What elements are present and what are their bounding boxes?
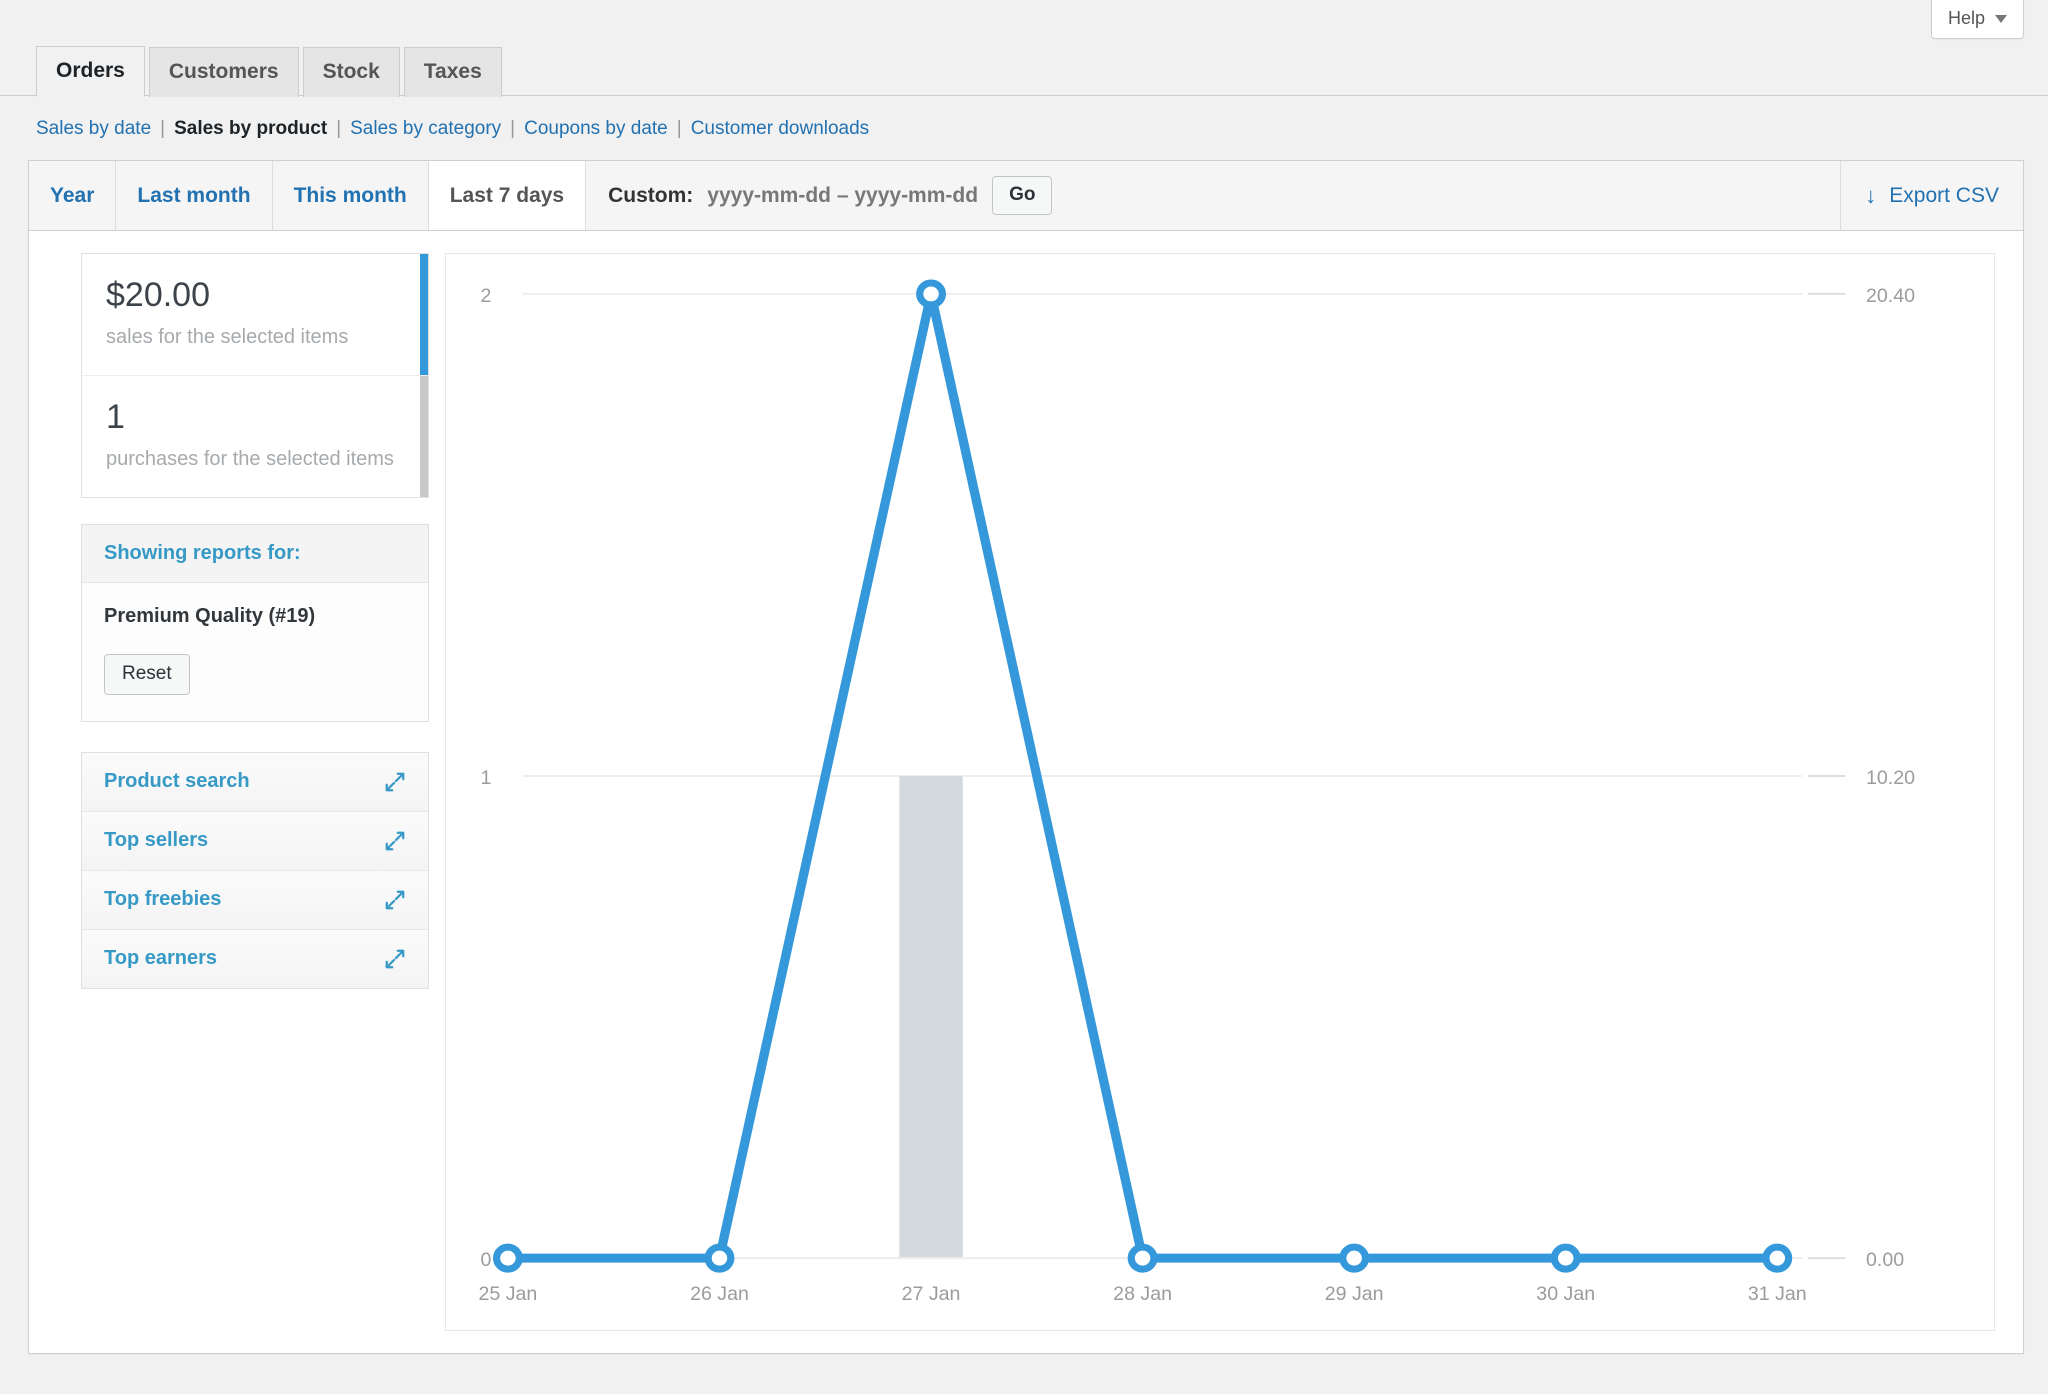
reset-button[interactable]: Reset bbox=[104, 654, 190, 696]
tab-taxes[interactable]: Taxes bbox=[403, 46, 502, 97]
widget-list: Product search Top sellers Top freebies bbox=[81, 752, 429, 990]
chart-point bbox=[1550, 1243, 1581, 1273]
range-last-7-days[interactable]: Last 7 days bbox=[428, 161, 587, 230]
selected-product-name: Premium Quality (#19) bbox=[104, 605, 316, 628]
primary-tabs-bar: Orders Customers Stock Taxes bbox=[0, 44, 2048, 97]
custom-range-block: Custom: yyyy-mm-dd – yyyy-mm-dd Go bbox=[586, 161, 1841, 230]
tab-label: Orders bbox=[56, 58, 125, 82]
range-label: Year bbox=[50, 183, 95, 207]
tab-label: Stock bbox=[322, 59, 380, 83]
x-axis-tick: 28 Jan bbox=[1113, 1284, 1172, 1305]
widget-label: Top sellers bbox=[104, 829, 209, 852]
widget-label: Top freebies bbox=[104, 888, 222, 911]
help-button[interactable]: Help bbox=[1930, 0, 2024, 39]
subnav-item-coupons-by-date[interactable]: Coupons by date bbox=[524, 118, 668, 140]
subnav-separator: | bbox=[676, 118, 682, 139]
showing-reports-body: Premium Quality (#19) Reset bbox=[82, 583, 428, 721]
primary-tabs: Orders Customers Stock Taxes bbox=[36, 44, 2048, 97]
chart-point bbox=[1127, 1243, 1158, 1273]
stat-sales-value: $20.00 bbox=[106, 276, 210, 314]
range-year[interactable]: Year bbox=[29, 161, 117, 230]
range-label: Last month bbox=[137, 183, 251, 207]
chart-point bbox=[1762, 1243, 1793, 1273]
date-range-toolbar: Year Last month This month Last 7 days C… bbox=[29, 161, 2023, 231]
range-label: This month bbox=[293, 183, 407, 207]
stat-purchases-value: 1 bbox=[106, 398, 125, 437]
tab-stock[interactable]: Stock bbox=[302, 46, 400, 97]
stat-purchases-label: purchases for the selected items bbox=[106, 448, 394, 471]
chart-point bbox=[916, 279, 947, 309]
range-this-month[interactable]: This month bbox=[272, 161, 429, 230]
report-panel: Year Last month This month Last 7 days C… bbox=[28, 160, 2024, 1354]
subnav-item-customer-downloads[interactable]: Customer downloads bbox=[691, 118, 869, 140]
widget-top-sellers[interactable]: Top sellers bbox=[82, 812, 428, 872]
export-cell: ↓ Export CSV bbox=[1840, 161, 2023, 230]
widget-label: Top earners bbox=[104, 947, 217, 970]
tab-label: Customers bbox=[168, 59, 279, 83]
panel-body: $20.00 sales for the selected items 1 pu… bbox=[29, 231, 2023, 1353]
x-axis-tick: 31 Jan bbox=[1748, 1284, 1807, 1305]
custom-range-label: Custom: bbox=[608, 183, 694, 207]
tab-customers[interactable]: Customers bbox=[148, 46, 299, 97]
chart-point bbox=[1339, 1243, 1370, 1273]
stat-sales-label: sales for the selected items bbox=[106, 326, 349, 349]
widget-top-earners[interactable]: Top earners bbox=[82, 930, 428, 989]
expand-icon bbox=[385, 831, 405, 851]
subnav-separator: | bbox=[336, 118, 342, 139]
widget-label: Product search bbox=[104, 770, 250, 793]
sales-chart[interactable]: 0 1 2 0.00 10.20 20.40 25 Jan 26 Jan 27 Jan 28 Ja… bbox=[445, 253, 1995, 1331]
chevron-down-icon bbox=[1995, 14, 2007, 23]
widget-top-freebies[interactable]: Top freebies bbox=[82, 871, 428, 931]
sidebar: $20.00 sales for the selected items 1 pu… bbox=[29, 253, 429, 990]
showing-reports-heading: Showing reports for: bbox=[82, 525, 428, 584]
x-axis-tick: 26 Jan bbox=[690, 1284, 749, 1305]
sales-chart-svg: 0 1 2 0.00 10.20 20.40 25 Jan 26 Jan 27 Jan 28 Ja… bbox=[479, 279, 1915, 1305]
y-axis-tick-left: 0 bbox=[481, 1250, 492, 1271]
widget-product-search[interactable]: Product search bbox=[82, 753, 428, 813]
expand-icon bbox=[385, 949, 405, 969]
chart-area: 0 1 2 0.00 10.20 20.40 25 Jan 26 Jan 27 Jan 28 Ja… bbox=[429, 253, 2003, 1331]
tab-orders[interactable]: Orders bbox=[36, 45, 145, 97]
x-axis-tick: 30 Jan bbox=[1536, 1284, 1595, 1305]
y-axis-tick-right: 10.20 bbox=[1866, 768, 1915, 789]
custom-range-dates[interactable]: yyyy-mm-dd – yyyy-mm-dd bbox=[707, 184, 978, 208]
chart-point bbox=[492, 1243, 523, 1273]
go-button[interactable]: Go bbox=[992, 176, 1053, 215]
expand-icon bbox=[385, 772, 405, 792]
y-axis-tick-right: 20.40 bbox=[1866, 286, 1915, 307]
subnav-item-sales-by-product[interactable]: Sales by product bbox=[174, 118, 327, 140]
subnav-item-sales-by-date[interactable]: Sales by date bbox=[36, 118, 151, 140]
showing-reports-box: Showing reports for: Premium Quality (#1… bbox=[81, 524, 429, 723]
export-csv-button[interactable]: ↓ Export CSV bbox=[1865, 184, 1999, 208]
x-axis-tick: 29 Jan bbox=[1325, 1284, 1384, 1305]
help-label: Help bbox=[1947, 8, 1985, 28]
subnav-item-sales-by-category[interactable]: Sales by category bbox=[350, 118, 501, 140]
stat-sales: $20.00 sales for the selected items bbox=[82, 254, 428, 377]
range-label: Last 7 days bbox=[449, 183, 565, 207]
export-csv-label: Export CSV bbox=[1889, 183, 1999, 207]
expand-icon bbox=[385, 890, 405, 910]
subnav: Sales by date | Sales by product | Sales… bbox=[0, 96, 2048, 160]
tab-label: Taxes bbox=[423, 59, 482, 83]
stat-sales-accent bbox=[420, 254, 428, 376]
y-axis-tick-left: 1 bbox=[481, 768, 492, 789]
x-axis-tick: 27 Jan bbox=[902, 1284, 961, 1305]
y-axis-tick-right: 0.00 bbox=[1866, 1250, 1904, 1271]
help-row: Help bbox=[0, 0, 2048, 44]
chart-bar bbox=[899, 776, 963, 1259]
range-options: Year Last month This month Last 7 days C… bbox=[29, 161, 1841, 230]
subnav-separator: | bbox=[160, 118, 166, 139]
range-last-month[interactable]: Last month bbox=[116, 161, 273, 230]
chart-point bbox=[704, 1243, 735, 1273]
y-axis-tick-left: 2 bbox=[481, 286, 492, 307]
download-arrow-icon: ↓ bbox=[1865, 182, 1877, 208]
stats-box: $20.00 sales for the selected items 1 pu… bbox=[81, 253, 429, 499]
stat-purchases-accent bbox=[420, 376, 428, 498]
subnav-separator: | bbox=[510, 118, 516, 139]
x-axis-tick: 25 Jan bbox=[479, 1284, 538, 1305]
stat-purchases: 1 purchases for the selected items bbox=[82, 376, 428, 498]
